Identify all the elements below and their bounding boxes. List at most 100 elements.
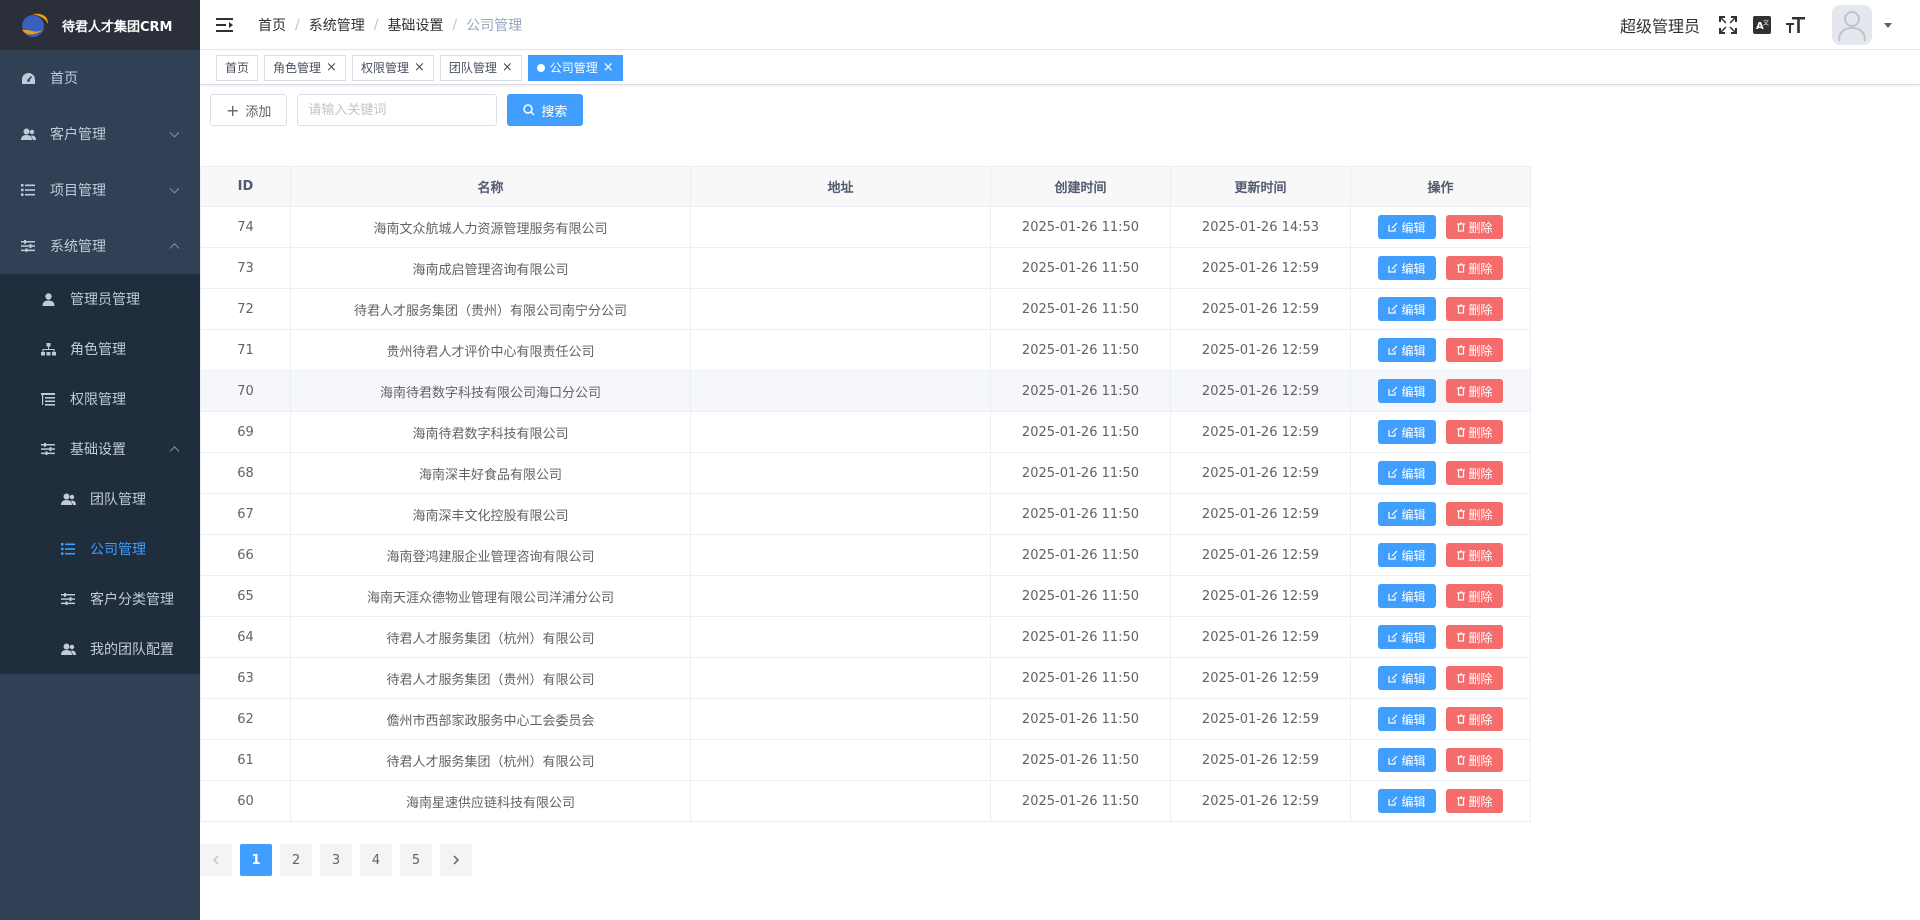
sidebar-item-basic-settings[interactable]: 基础设置: [0, 424, 200, 474]
sidebar-item-system[interactable]: 系统管理: [0, 218, 200, 274]
chevron-up-icon: [169, 446, 180, 457]
tag-permissions[interactable]: 权限管理 ×: [351, 54, 434, 81]
table-row[interactable]: 60 海南星速供应链科技有限公司 2025-01-26 11:50 2025-01-2…: [200, 780, 1531, 822]
tag-companies[interactable]: 公司管理 ×: [527, 54, 623, 81]
edit-button[interactable]: 编辑: [1378, 461, 1436, 485]
table-row[interactable]: 63 待君人才服务集团（贵州）有限公司 2025-01-26 11:50 2025-0…: [200, 657, 1531, 699]
page-button[interactable]: 4: [360, 844, 392, 876]
close-icon[interactable]: ×: [326, 60, 337, 75]
delete-button[interactable]: 删除: [1445, 707, 1503, 731]
delete-button[interactable]: 删除: [1445, 215, 1503, 239]
id-cell: 63: [200, 657, 291, 699]
table-row[interactable]: 67 海南深丰文化控股有限公司 2025-01-26 11:50 2025-01-26…: [200, 493, 1531, 535]
table-row[interactable]: 70 海南待君数字科技有限公司海口分公司 2025-01-26 11:50 2025-…: [200, 370, 1531, 412]
table-row[interactable]: 68 海南深丰好食品有限公司 2025-01-26 11:50 2025-01-26 …: [200, 452, 1531, 494]
delete-button[interactable]: 删除: [1445, 256, 1503, 280]
edit-button[interactable]: 编辑: [1378, 420, 1436, 444]
logo[interactable]: 待君人才集团CRM: [0, 0, 200, 50]
delete-button[interactable]: 删除: [1445, 502, 1503, 526]
sidebar-item-admins[interactable]: 管理员管理: [0, 274, 200, 324]
breadcrumb-item[interactable]: 基础设置: [387, 15, 443, 35]
delete-button[interactable]: 删除: [1445, 666, 1503, 690]
next-page-button[interactable]: [440, 844, 472, 876]
delete-button[interactable]: 删除: [1445, 789, 1503, 813]
table-row[interactable]: 62 儋州市西部家政服务中心工会委员会 2025-01-26 11:50 2025-0…: [200, 698, 1531, 740]
edit-button[interactable]: 编辑: [1378, 748, 1436, 772]
tag-teams[interactable]: 团队管理 ×: [439, 54, 522, 81]
avatar[interactable]: [1832, 5, 1872, 45]
page-button[interactable]: 5: [400, 844, 432, 876]
sidebar-item-home[interactable]: 首页: [0, 50, 200, 106]
sidebar-item-roles[interactable]: 角色管理: [0, 324, 200, 374]
sidebar-item-permissions[interactable]: 权限管理: [0, 374, 200, 424]
prev-page-button[interactable]: [200, 844, 232, 876]
close-icon[interactable]: ×: [414, 60, 425, 75]
sidebar-item-companies[interactable]: 公司管理: [0, 524, 200, 574]
edit-button[interactable]: 编辑: [1378, 297, 1436, 321]
font-size-icon[interactable]: [1786, 15, 1806, 35]
breadcrumb-item[interactable]: 首页: [258, 15, 286, 35]
edit-button[interactable]: 编辑: [1378, 379, 1436, 403]
edit-button[interactable]: 编辑: [1378, 584, 1436, 608]
trash-icon: [1456, 632, 1469, 642]
fullscreen-icon[interactable]: [1718, 15, 1738, 35]
edit-button[interactable]: 编辑: [1378, 543, 1436, 567]
actions-cell: 编辑 删除: [1350, 452, 1531, 494]
delete-button[interactable]: 删除: [1445, 379, 1503, 403]
sidebar-item-projects[interactable]: 项目管理: [0, 162, 200, 218]
close-icon[interactable]: ×: [502, 60, 513, 75]
actions-cell: 编辑 删除: [1350, 247, 1531, 289]
edit-button[interactable]: 编辑: [1378, 338, 1436, 362]
sidebar-item-customer-categories[interactable]: 客户分类管理: [0, 574, 200, 624]
tag-roles[interactable]: 角色管理 ×: [264, 54, 346, 81]
delete-button[interactable]: 删除: [1445, 748, 1503, 772]
caret-down-icon[interactable]: [1884, 22, 1892, 28]
created-cell: 2025-01-26 11:50: [990, 698, 1171, 740]
sidebar-item-teams[interactable]: 团队管理: [0, 474, 200, 524]
search-input[interactable]: [297, 94, 498, 126]
delete-button[interactable]: 删除: [1445, 625, 1503, 649]
sidebar-item-customers[interactable]: 客户管理: [0, 106, 200, 162]
id-cell: 62: [200, 698, 291, 740]
breadcrumb-item[interactable]: 系统管理: [309, 15, 365, 35]
address-cell: [690, 247, 991, 289]
close-icon[interactable]: ×: [603, 60, 614, 75]
sidebar-item-my-team-config[interactable]: 我的团队配置: [0, 624, 200, 674]
edit-button[interactable]: 编辑: [1378, 666, 1436, 690]
edit-button[interactable]: 编辑: [1378, 256, 1436, 280]
table-row[interactable]: 65 海南天涯众德物业管理有限公司洋浦分公司 2025-01-26 11:50 202…: [200, 575, 1531, 617]
delete-button[interactable]: 删除: [1445, 584, 1503, 608]
edit-button[interactable]: 编辑: [1378, 215, 1436, 239]
table-row[interactable]: 71 贵州待君人才评价中心有限责任公司 2025-01-26 11:50 2025-0…: [200, 329, 1531, 371]
delete-button[interactable]: 删除: [1445, 543, 1503, 567]
delete-button[interactable]: 删除: [1445, 420, 1503, 444]
table-row[interactable]: 72 待君人才服务集团（贵州）有限公司南宁分公司 2025-01-26 11:50 2…: [200, 288, 1531, 330]
table-row[interactable]: 73 海南成启管理咨询有限公司 2025-01-26 11:50 2025-01-26…: [200, 247, 1531, 289]
page-button[interactable]: 2: [280, 844, 312, 876]
page-button[interactable]: 3: [320, 844, 352, 876]
delete-button[interactable]: 删除: [1445, 461, 1503, 485]
tag-label: 权限管理: [360, 61, 409, 75]
edit-icon: [1388, 509, 1401, 519]
svg-text:文: 文: [1763, 19, 1769, 27]
tree-icon: [40, 341, 56, 357]
edit-button[interactable]: 编辑: [1378, 707, 1436, 731]
delete-button[interactable]: 删除: [1445, 338, 1503, 362]
tag-home[interactable]: 首页: [216, 54, 259, 81]
add-button[interactable]: + 添加: [210, 94, 288, 126]
table-row[interactable]: 64 待君人才服务集团（杭州）有限公司 2025-01-26 11:50 2025-0…: [200, 616, 1531, 658]
search-button[interactable]: 搜索: [507, 94, 584, 126]
delete-button[interactable]: 删除: [1445, 297, 1503, 321]
edit-button[interactable]: 编辑: [1378, 502, 1436, 526]
name-cell: 儋州市西部家政服务中心工会委员会: [290, 698, 691, 740]
edit-button[interactable]: 编辑: [1378, 789, 1436, 813]
edit-button[interactable]: 编辑: [1378, 625, 1436, 649]
hamburger-icon[interactable]: [216, 17, 236, 33]
page-button[interactable]: 1: [240, 844, 272, 876]
table-row[interactable]: 69 海南待君数字科技有限公司 2025-01-26 11:50 2025-01-26…: [200, 411, 1531, 453]
table-row[interactable]: 74 海南文众航城人力资源管理服务有限公司 2025-01-26 11:50 2025…: [200, 206, 1531, 248]
name-cell: 海南深丰好食品有限公司: [290, 452, 691, 494]
table-row[interactable]: 66 海南登鸿建服企业管理咨询有限公司 2025-01-26 11:50 2025-0…: [200, 534, 1531, 576]
translate-icon[interactable]: A文: [1752, 15, 1772, 35]
table-row[interactable]: 61 待君人才服务集团（杭州）有限公司 2025-01-26 11:50 2025-0…: [200, 739, 1531, 781]
